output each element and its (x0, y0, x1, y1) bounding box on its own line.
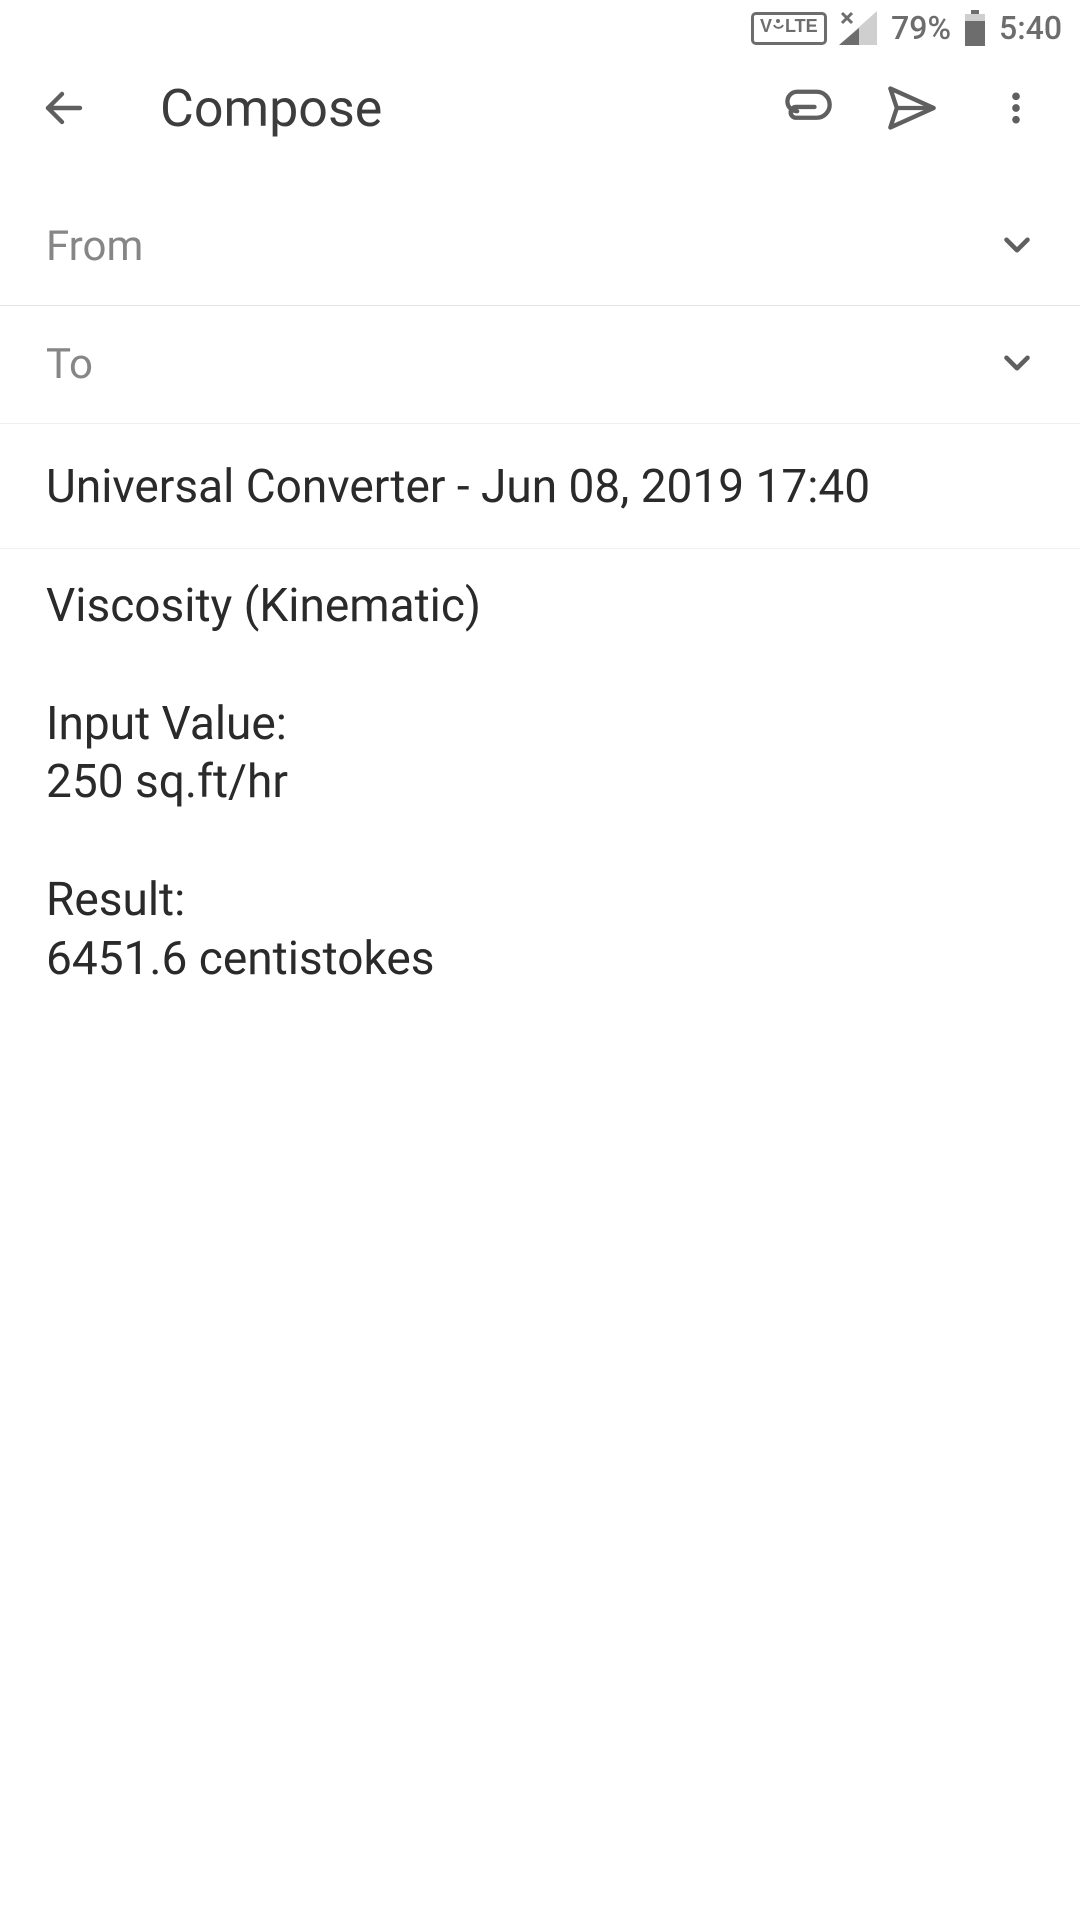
more-vert-icon (996, 84, 1036, 132)
from-expand-button[interactable] (996, 224, 1038, 270)
overflow-menu-button[interactable] (988, 80, 1044, 136)
to-label: To (46, 340, 93, 389)
attach-button[interactable] (780, 80, 836, 136)
svg-text:LTE: LTE (785, 16, 818, 36)
status-bar: V LTE 79% 5:40 (0, 0, 1080, 56)
to-expand-button[interactable] (996, 342, 1038, 388)
from-label: From (46, 222, 143, 271)
send-button[interactable] (884, 80, 940, 136)
body-field[interactable]: Viscosity (Kinematic) Input Value: 250 s… (0, 549, 1080, 1019)
body-text: Viscosity (Kinematic) Input Value: 250 s… (46, 577, 1038, 989)
subject-text: Universal Converter - Jun 08, 2019 17:40 (46, 458, 1038, 518)
chevron-down-icon (996, 342, 1038, 384)
back-button[interactable] (36, 80, 92, 136)
send-icon (886, 82, 938, 134)
svg-text:V: V (760, 16, 772, 36)
toolbar: Compose (0, 56, 1080, 160)
battery-icon (963, 10, 987, 46)
chevron-down-icon (996, 224, 1038, 266)
volte-indicator: V LTE (751, 12, 827, 45)
battery-percentage: 79% (891, 9, 951, 47)
compose-fields: From To Universal Converter - Jun 08, 20… (0, 188, 1080, 1019)
paperclip-icon (782, 82, 834, 134)
arrow-left-icon (40, 84, 88, 132)
page-title: Compose (160, 78, 732, 139)
from-field-row[interactable]: From (0, 188, 1080, 306)
status-time: 5:40 (999, 9, 1062, 47)
signal-indicator (839, 11, 879, 45)
subject-field[interactable]: Universal Converter - Jun 08, 2019 17:40 (0, 424, 1080, 549)
to-field-row[interactable]: To (0, 306, 1080, 424)
